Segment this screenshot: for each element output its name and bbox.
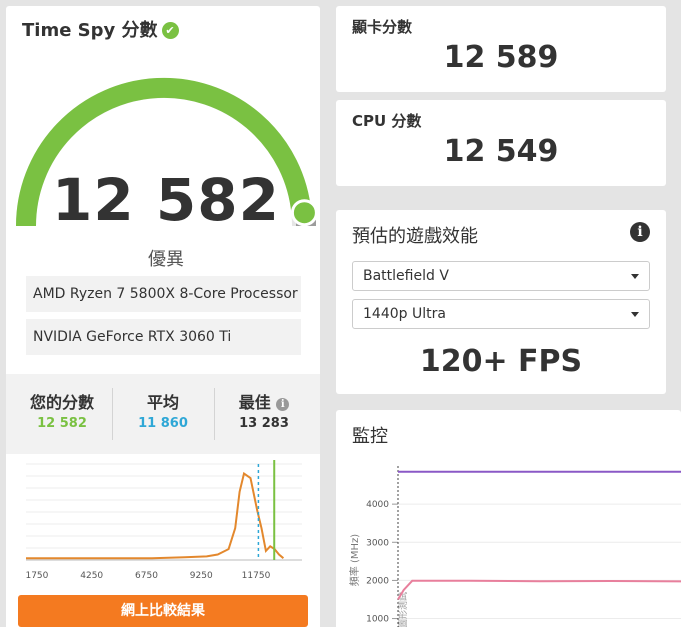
best-label-text: 最佳 bbox=[238, 393, 271, 412]
check-icon: ✔ bbox=[161, 22, 179, 39]
average-value: 11 860 bbox=[138, 416, 188, 431]
score-title-text: Time Spy 分數 bbox=[22, 20, 158, 41]
x-tick-label: 4250 bbox=[80, 571, 103, 581]
game-performance-title: 預估的遊戲效能 bbox=[352, 226, 478, 247]
y-tick-label: 4000 bbox=[366, 500, 389, 510]
chevron-down-icon bbox=[631, 312, 639, 317]
x-tick-label: 6750 bbox=[135, 571, 158, 581]
cpu-score-value: 12 549 bbox=[443, 134, 559, 169]
cpu-score-card: CPU 分數 12 549 bbox=[336, 100, 666, 186]
y-tick-label: 1000 bbox=[366, 615, 389, 625]
gpu-name: NVIDIA GeForce RTX 3060 Ti bbox=[26, 319, 301, 355]
gpu-score-value: 12 589 bbox=[443, 40, 559, 75]
info-icon[interactable]: i bbox=[276, 398, 290, 411]
cpu-score-title: CPU 分數 bbox=[352, 112, 422, 130]
game-performance-card: 預估的遊戲效能 i Battlefield V 1440p Ultra 120+… bbox=[336, 210, 666, 394]
game-select[interactable]: Battlefield V bbox=[352, 261, 650, 291]
chevron-down-icon bbox=[631, 274, 639, 279]
compare-online-button[interactable]: 網上比較結果 bbox=[18, 595, 308, 627]
y-tick-label: 2000 bbox=[366, 576, 389, 586]
score-rating: 優異 bbox=[148, 249, 184, 270]
x-tick-label: 11750 bbox=[242, 571, 271, 581]
score-title: Time Spy 分數 ✔ bbox=[22, 16, 179, 42]
x-tick-label: 9250 bbox=[190, 571, 213, 581]
average-label: 平均 bbox=[146, 393, 179, 412]
preset-select-value: 1440p Ultra bbox=[363, 306, 446, 322]
best-label: 最佳 i bbox=[212, 389, 316, 413]
game-select-value: Battlefield V bbox=[363, 268, 449, 284]
overall-score: 12 582 bbox=[52, 166, 280, 234]
score-panel: Time Spy 分數 ✔ 12 582 優異 AMD Ryzen 7 5800X… bbox=[6, 6, 320, 627]
your-score-value: 12 582 bbox=[37, 416, 87, 431]
distribution-line bbox=[26, 471, 285, 560]
estimated-fps: 120+ FPS bbox=[419, 344, 583, 379]
monitoring-title: 監控 bbox=[352, 426, 388, 447]
your-score-label: 您的分數 bbox=[29, 393, 94, 412]
gpu-score-title: 顯卡分數 bbox=[352, 18, 413, 36]
score-distribution-chart: 1750 4250 6750 9250 11750 bbox=[25, 460, 302, 581]
cpu-name: AMD Ryzen 7 5800X 8-Core Processor bbox=[26, 276, 301, 312]
preset-select[interactable]: 1440p Ultra bbox=[352, 299, 650, 329]
score-stats: 您的分數 12 582 平均 11 860 最佳 i 13 283 bbox=[6, 374, 320, 454]
best-value: 13 283 bbox=[239, 416, 289, 431]
y-axis-label: 頻率 (MHz) bbox=[348, 534, 361, 586]
y-tick-label: 3000 bbox=[366, 538, 389, 548]
monitoring-chart: 1000200030004000頻率 (MHz)圖形測試 bbox=[348, 466, 681, 627]
gpu-score-card: 顯卡分數 12 589 bbox=[336, 6, 666, 92]
series-line-2 bbox=[397, 579, 681, 601]
x-tick-label: 1750 bbox=[25, 571, 48, 581]
average-stat: 平均 11 860 bbox=[111, 374, 215, 454]
your-score-stat: 您的分數 12 582 bbox=[10, 374, 114, 454]
info-icon[interactable]: i bbox=[630, 222, 650, 242]
monitoring-card: 監控 1000 2000 3000 4000 頻率 (MHz) 圖形測試 bbox=[336, 410, 681, 627]
best-stat: 最佳 i 13 283 bbox=[212, 374, 316, 454]
